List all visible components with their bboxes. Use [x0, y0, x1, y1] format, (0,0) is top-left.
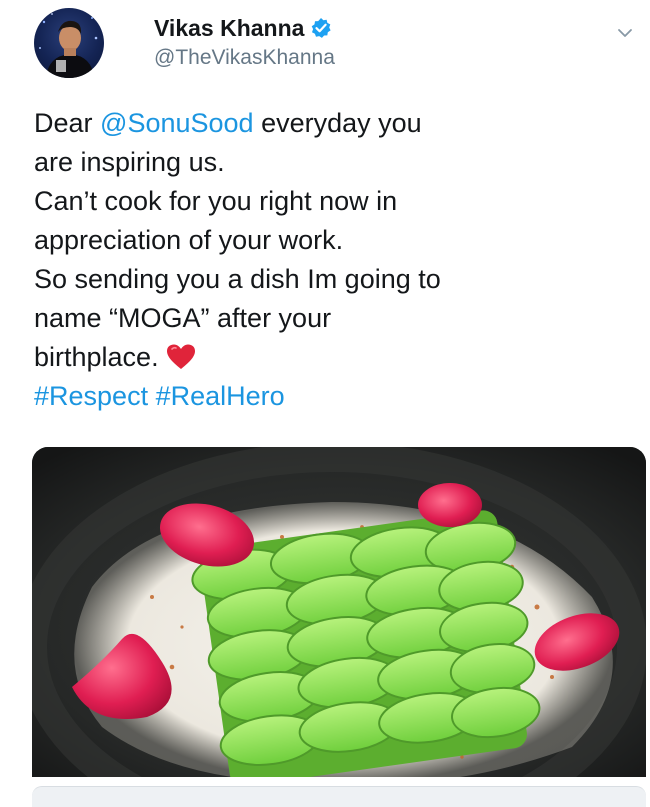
tweet-text-line-3: Can’t cook for you right now in [34, 186, 398, 216]
tweet-card: Vikas Khanna @TheVikasKhanna Dear @SonuS… [0, 0, 650, 807]
mention-link[interactable]: @SonuSood [100, 108, 254, 138]
tweet-text-line-1: Dear @SonuSood everyday you [34, 104, 634, 143]
display-name-text[interactable]: Vikas Khanna [154, 14, 304, 42]
verified-badge-icon [310, 17, 332, 39]
text-segment: Dear [34, 108, 101, 138]
tweet-text-line-4: appreciation of your work. [34, 225, 344, 255]
author-names: Vikas Khanna @TheVikasKhanna [154, 14, 335, 72]
hashtag-links[interactable]: #Respect #RealHero [34, 377, 634, 416]
chevron-down-icon[interactable] [616, 24, 634, 42]
tweet-header: Vikas Khanna @TheVikasKhanna [34, 8, 640, 80]
tweet-photo[interactable] [32, 447, 646, 777]
avatar[interactable] [34, 8, 104, 78]
author-handle[interactable]: @TheVikasKhanna [154, 44, 335, 72]
tweet-text-line-2: are inspiring us. [34, 147, 225, 177]
red-heart-icon [165, 343, 197, 371]
text-segment: everyday you [253, 108, 422, 138]
text-segment: birthplace. [34, 342, 159, 372]
tweet-text: Dear @SonuSood everyday you are inspirin… [34, 104, 634, 416]
reply-bar[interactable] [32, 786, 646, 807]
author-display-name[interactable]: Vikas Khanna [154, 14, 332, 42]
tweet-text-line-7: birthplace. [34, 338, 634, 377]
tweet-text-line-6: name “MOGA” after your [34, 303, 332, 333]
tweet-text-line-5: So sending you a dish Im going to [34, 264, 441, 294]
